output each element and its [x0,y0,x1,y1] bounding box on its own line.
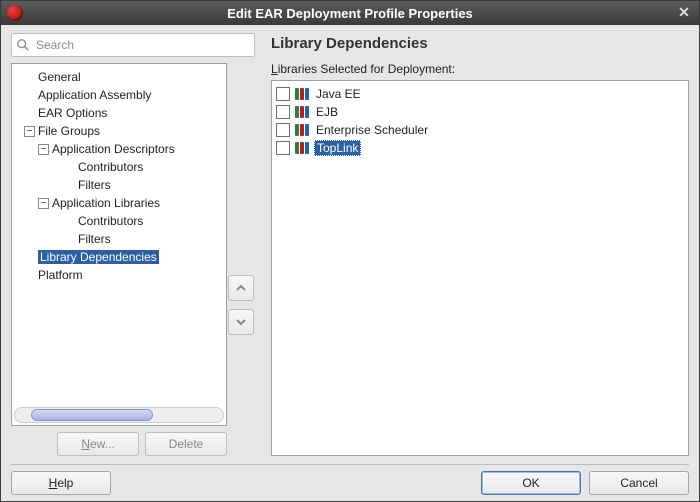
footer-separator [11,464,689,465]
collapse-icon[interactable]: − [24,126,35,137]
libraries-list[interactable]: Java EE EJB Enterprise Scheduler TopLink [271,80,689,456]
page-title: Library Dependencies [271,33,689,62]
library-label: TopLink [314,140,361,156]
tree-item-application-libraries[interactable]: − Application Libraries [16,194,222,212]
nav-tree[interactable]: General Application Assembly EAR Options… [11,63,227,426]
library-checkbox[interactable] [276,123,290,137]
search-icon [16,38,30,52]
tree-item-ad-contributors[interactable]: Contributors [16,158,222,176]
library-icon [294,105,310,119]
library-row[interactable]: TopLink [276,139,684,157]
scrollbar-thumb[interactable] [31,409,153,421]
main-area: General Application Assembly EAR Options… [11,33,689,456]
library-row[interactable]: EJB [276,103,684,121]
move-up-button[interactable] [228,275,254,301]
tree-item-ad-filters[interactable]: Filters [16,176,222,194]
properties-dialog: Edit EAR Deployment Profile Properties ✕ [0,0,700,502]
library-label: EJB [314,105,340,119]
right-column: Library Dependencies Libraries Selected … [255,33,689,456]
delete-button[interactable]: Delete [145,432,227,456]
library-icon [294,87,310,101]
search-box[interactable] [11,33,255,57]
tree-item-file-groups[interactable]: − File Groups [16,122,222,140]
library-checkbox[interactable] [276,87,290,101]
libraries-label: Libraries Selected for Deployment: [271,62,689,76]
help-button[interactable]: Help [11,471,111,495]
footer: Help OK Cancel [11,471,689,495]
tree-item-application-descriptors[interactable]: − Application Descriptors [16,140,222,158]
close-icon[interactable]: ✕ [675,3,693,21]
tree-item-platform[interactable]: Platform [16,266,222,284]
tree-buttons: New... Delete [11,432,227,456]
search-input[interactable] [34,37,250,53]
left-column: General Application Assembly EAR Options… [11,33,255,456]
tree-wrap: General Application Assembly EAR Options… [11,63,227,456]
library-label: Enterprise Scheduler [314,123,430,137]
left-body: General Application Assembly EAR Options… [11,63,255,456]
tree-item-library-dependencies[interactable]: Library Dependencies [16,248,222,266]
library-row[interactable]: Enterprise Scheduler [276,121,684,139]
tree-item-ear-options[interactable]: EAR Options [16,104,222,122]
collapse-icon[interactable]: − [38,144,49,155]
library-label: Java EE [314,87,363,101]
new-button[interactable]: New... [57,432,139,456]
library-row[interactable]: Java EE [276,85,684,103]
tree-item-general[interactable]: General [16,68,222,86]
tree-item-al-contributors[interactable]: Contributors [16,212,222,230]
title-bar: Edit EAR Deployment Profile Properties ✕ [1,1,699,25]
tree-horizontal-scrollbar[interactable] [14,407,224,423]
cancel-button[interactable]: Cancel [589,471,689,495]
app-icon [7,5,23,21]
library-icon [294,123,310,137]
window-title: Edit EAR Deployment Profile Properties [227,6,473,21]
dialog-body: General Application Assembly EAR Options… [1,25,699,501]
chevron-down-icon [235,316,247,328]
tree-item-al-filters[interactable]: Filters [16,230,222,248]
move-down-button[interactable] [228,309,254,335]
chevron-up-icon [235,282,247,294]
library-checkbox[interactable] [276,141,290,155]
library-icon [294,141,310,155]
ok-button[interactable]: OK [481,471,581,495]
collapse-icon[interactable]: − [38,198,49,209]
tree-item-application-assembly[interactable]: Application Assembly [16,86,222,104]
library-checkbox[interactable] [276,105,290,119]
reorder-column [227,63,255,456]
